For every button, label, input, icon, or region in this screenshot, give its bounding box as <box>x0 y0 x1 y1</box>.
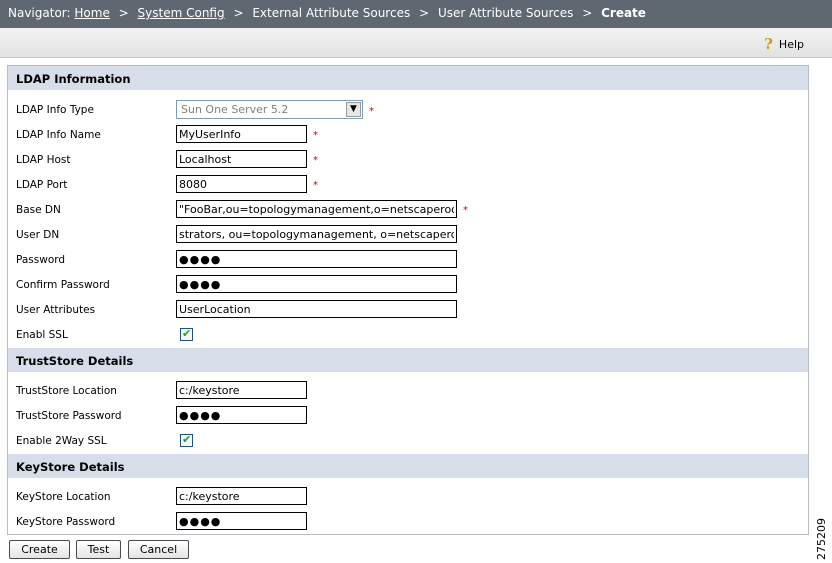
checkmark-icon: ✔ <box>182 327 192 340</box>
breadcrumb-separator: > <box>419 6 430 20</box>
user-dn-input[interactable] <box>176 225 457 243</box>
label-enable-2way-ssl: Enable 2Way SSL <box>16 435 107 447</box>
truststore-location-input[interactable] <box>176 381 307 399</box>
section-header-keystore: KeyStore Details <box>8 454 808 478</box>
breadcrumb-separator: > <box>233 6 244 20</box>
user-attributes-input[interactable] <box>176 300 457 318</box>
label-ldap-port: LDAP Port <box>16 179 68 191</box>
breadcrumb-prefix: Navigator: <box>8 6 71 20</box>
chevron-down-icon[interactable]: ▼ <box>346 102 361 117</box>
ldap-host-input[interactable] <box>176 150 307 168</box>
label-user-attributes: User Attributes <box>16 304 96 316</box>
required-marker: * <box>463 205 468 216</box>
required-marker: * <box>313 155 318 166</box>
help-button[interactable]: ? Help <box>764 35 804 53</box>
breadcrumb-system-config-link[interactable]: System Config <box>138 6 225 20</box>
label-truststore-password: TrustStore Password <box>16 410 122 422</box>
confirm-password-input[interactable] <box>176 275 457 293</box>
section-header-truststore: TrustStore Details <box>8 348 808 372</box>
breadcrumb: Navigator: Home > System Config > Extern… <box>0 0 832 28</box>
ldap-info-name-input[interactable] <box>176 125 307 143</box>
breadcrumb-external-attribute-sources: External Attribute Sources <box>252 6 411 20</box>
breadcrumb-separator: > <box>582 6 593 20</box>
ldap-info-type-value: Sun One Server 5.2 <box>181 103 289 116</box>
breadcrumb-user-attribute-sources: User Attribute Sources <box>437 6 574 20</box>
enable-ssl-checkbox[interactable]: ✔ <box>180 327 193 341</box>
keystore-location-input[interactable] <box>176 487 307 505</box>
toolbar: ? Help <box>0 28 832 58</box>
figure-id: 275209 <box>815 518 828 560</box>
label-ldap-info-type: LDAP Info Type <box>16 104 94 116</box>
base-dn-input[interactable] <box>176 200 457 218</box>
cancel-button[interactable]: Cancel <box>128 540 189 559</box>
truststore-password-input[interactable] <box>176 406 307 424</box>
password-input[interactable] <box>176 250 457 268</box>
required-marker: * <box>313 130 318 141</box>
ldap-port-input[interactable] <box>176 175 307 193</box>
label-truststore-location: TrustStore Location <box>16 385 117 397</box>
section-header-ldap: LDAP Information <box>8 66 808 90</box>
create-button[interactable]: Create <box>9 540 70 559</box>
label-ldap-info-name: LDAP Info Name <box>16 129 101 141</box>
label-enable-ssl: Enabl SSL <box>16 329 68 341</box>
label-password: Password <box>16 254 66 266</box>
breadcrumb-current: Create <box>601 6 646 20</box>
question-mark-icon: ? <box>764 35 773 53</box>
enable-2way-ssl-checkbox[interactable]: ✔ <box>180 433 193 447</box>
required-marker: * <box>369 106 374 117</box>
label-base-dn: Base DN <box>16 204 61 216</box>
breadcrumb-home-link[interactable]: Home <box>74 6 109 20</box>
breadcrumb-separator: > <box>118 6 129 20</box>
label-keystore-location: KeyStore Location <box>16 491 111 503</box>
label-keystore-password: KeyStore Password <box>16 516 116 528</box>
required-marker: * <box>313 180 318 191</box>
test-button[interactable]: Test <box>76 540 121 559</box>
label-ldap-host: LDAP Host <box>16 154 71 166</box>
label-user-dn: User DN <box>16 229 60 241</box>
checkmark-icon: ✔ <box>182 433 192 446</box>
keystore-password-input[interactable] <box>176 512 307 530</box>
ldap-info-type-select[interactable]: Sun One Server 5.2 ▼ <box>176 100 363 119</box>
ldap-form-panel: LDAP Information LDAP Info Type Sun One … <box>7 65 809 535</box>
label-confirm-password: Confirm Password <box>16 279 110 291</box>
help-label: Help <box>778 37 804 51</box>
